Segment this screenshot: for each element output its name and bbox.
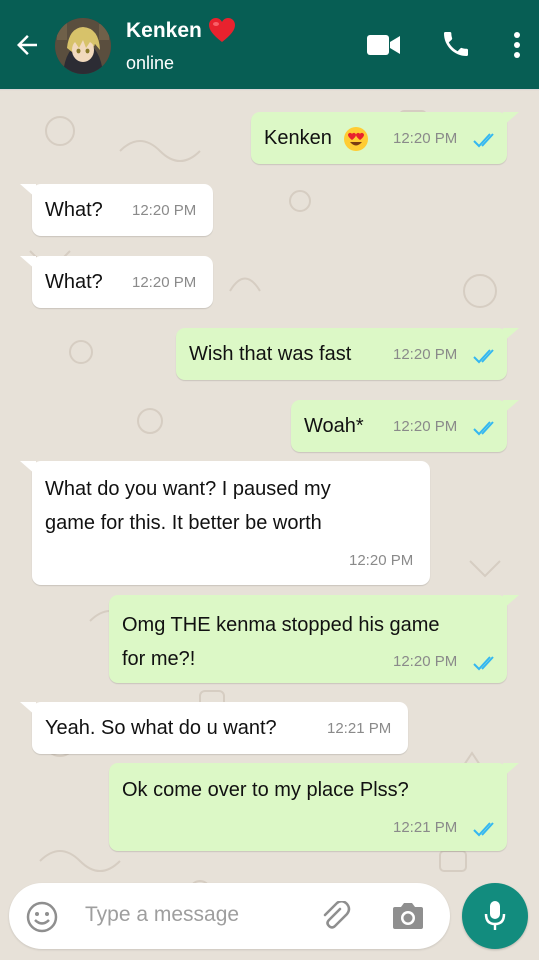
mic-icon	[484, 901, 506, 930]
message-composer	[9, 883, 450, 949]
bubble-tail	[20, 461, 36, 475]
message-text-line: for me?!	[122, 648, 196, 670]
back-arrow-icon[interactable]	[12, 30, 42, 60]
contact-avatar[interactable]	[55, 18, 111, 74]
message-text-line: Omg THE kenma stopped his game	[122, 614, 440, 636]
message-time: 12:20 PM	[393, 653, 458, 670]
message-bubble-incoming[interactable]: Yeah. So what do u want? 12:21 PM	[20, 702, 408, 754]
message-bubble-outgoing[interactable]: Wish that was fast 12:20 PM	[176, 328, 519, 380]
message-text: Woah*	[304, 415, 364, 437]
message-text: What?	[45, 271, 103, 293]
bubble-tail	[20, 184, 36, 198]
more-options-icon[interactable]	[510, 31, 524, 59]
message-time: 12:20 PM	[132, 274, 197, 291]
chat-header: Kenken online	[0, 0, 539, 90]
message-text: Wish that was fast	[189, 343, 352, 365]
message-bubble-outgoing[interactable]: Ok come over to my place Plss? 12:21 PM	[109, 763, 519, 851]
emoji-icon[interactable]	[25, 900, 59, 934]
message-bubble-outgoing[interactable]: Kenken 12:20 PM	[251, 112, 519, 164]
bubble-tail	[20, 702, 36, 716]
heart-eyes-emoji	[344, 127, 368, 151]
camera-icon[interactable]	[391, 902, 425, 930]
read-ticks-icon	[473, 822, 494, 837]
read-ticks-icon	[473, 421, 494, 436]
bubble-tail	[503, 400, 519, 414]
message-time: 12:20 PM	[393, 130, 458, 147]
read-ticks-icon	[473, 656, 494, 671]
read-ticks-icon	[473, 349, 494, 364]
message-time: 12:20 PM	[349, 552, 414, 569]
read-ticks-icon	[473, 133, 494, 148]
message-text: Kenken	[264, 127, 332, 149]
message-time: 12:21 PM	[393, 819, 458, 836]
bubble-tail	[503, 112, 519, 126]
message-bubble-outgoing[interactable]: Omg THE kenma stopped his game for me?! …	[109, 595, 519, 683]
message-bubble-incoming[interactable]: What? 12:20 PM	[20, 256, 213, 308]
bubble-tail	[503, 595, 519, 609]
bubble-tail	[503, 763, 519, 777]
message-time: 12:21 PM	[327, 720, 392, 737]
video-call-icon[interactable]	[367, 34, 401, 56]
contact-status: online	[126, 53, 175, 73]
message-text-line: game for this. It better be worth	[45, 512, 322, 534]
message-input[interactable]	[85, 903, 305, 927]
bubble-tail	[20, 256, 36, 270]
chat-area[interactable]: Kenken 12:20 PM What? 12:20 PM What? 12:…	[0, 91, 539, 960]
heart-emoji	[209, 18, 235, 42]
attach-icon[interactable]	[321, 901, 355, 931]
bubble-tail	[503, 328, 519, 342]
message-time: 12:20 PM	[393, 418, 458, 435]
voice-call-icon[interactable]	[440, 28, 472, 60]
message-text-line: What do you want? I paused my	[45, 478, 331, 500]
message-bubble-incoming[interactable]: What? 12:20 PM	[20, 184, 213, 236]
message-time: 12:20 PM	[132, 202, 197, 219]
message-text: Yeah. So what do u want?	[45, 717, 277, 739]
message-text: Ok come over to my place Plss?	[122, 779, 409, 801]
message-bubble-incoming[interactable]: What do you want? I paused my game for t…	[20, 461, 430, 585]
message-text: What?	[45, 199, 103, 221]
contact-name[interactable]: Kenken	[126, 19, 202, 43]
message-bubble-outgoing[interactable]: Woah* 12:20 PM	[291, 400, 519, 452]
message-time: 12:20 PM	[393, 346, 458, 363]
voice-record-button[interactable]	[462, 883, 528, 949]
